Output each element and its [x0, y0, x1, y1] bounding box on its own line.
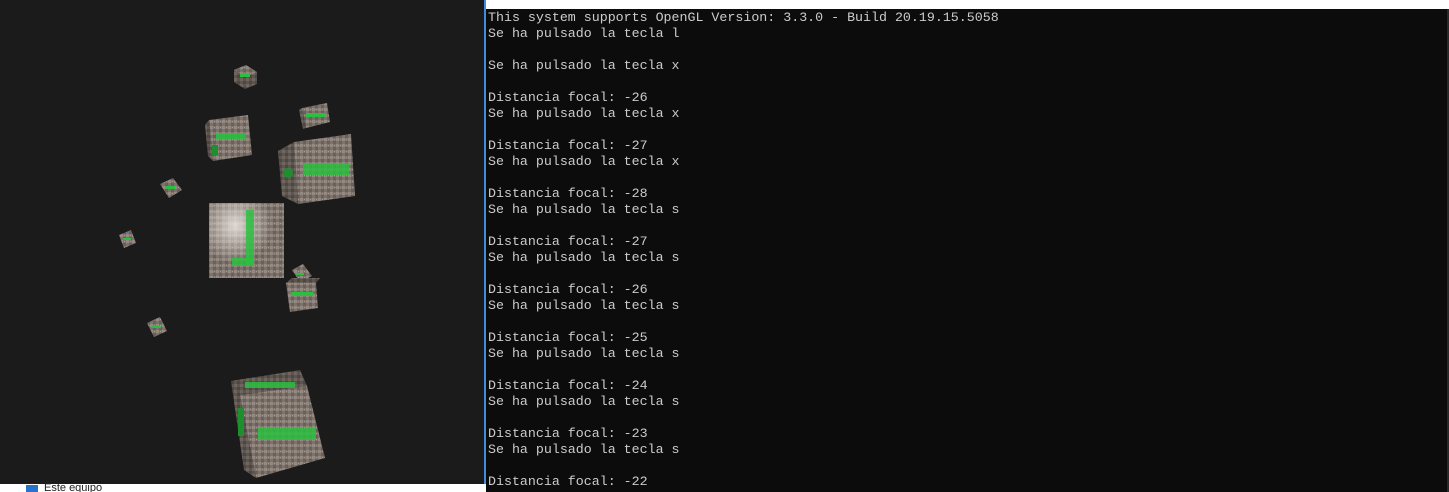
cube-front-center [209, 203, 284, 278]
console-line: Se ha pulsado la tecla x [488, 58, 680, 73]
console-line: Se ha pulsado la tecla s [488, 442, 680, 457]
desktop: This system supports OpenGL Version: 3.3… [0, 0, 1449, 492]
console-line: Distancia focal: -27 [488, 138, 648, 153]
computer-icon [26, 485, 38, 492]
cube-large-bottom [231, 370, 325, 478]
cube-middle-right [286, 278, 320, 312]
console-line: This system supports OpenGL Version: 3.3… [488, 10, 999, 25]
console-line: Distancia focal: -23 [488, 426, 648, 441]
console-line: Se ha pulsado la tecla s [488, 250, 680, 265]
console-line: Se ha pulsado la tecla s [488, 298, 680, 313]
cube-tiny-left [119, 230, 136, 248]
console-line: Distancia focal: -28 [488, 186, 648, 201]
cube-upper-middle [205, 115, 252, 161]
console-line: Se ha pulsado la tecla s [488, 346, 680, 361]
console-line: Se ha pulsado la tecla s [488, 202, 680, 217]
cube-small-top [234, 65, 257, 89]
console-line: Distancia focal: -27 [488, 234, 648, 249]
explorer-item-this-pc[interactable]: Este equipo [44, 482, 102, 492]
console-line: Se ha pulsado la tecla l [488, 26, 680, 41]
console-line: Distancia focal: -26 [488, 90, 648, 105]
cube-small-lower-left [147, 317, 167, 337]
console-line: Se ha pulsado la tecla x [488, 154, 680, 169]
console-window[interactable]: This system supports OpenGL Version: 3.3… [486, 0, 1449, 492]
cube-small-upper-right [299, 103, 330, 129]
console-line: Distancia focal: -26 [488, 282, 648, 297]
console-line: Distancia focal: -24 [488, 378, 648, 393]
opengl-render-window[interactable] [0, 0, 486, 488]
console-output: This system supports OpenGL Version: 3.3… [488, 10, 1443, 490]
cube-large-right [278, 134, 355, 204]
console-line: Distancia focal: -25 [488, 330, 648, 345]
console-line: Se ha pulsado la tecla x [488, 106, 680, 121]
cube-small-left [160, 178, 182, 198]
console-line: Distancia focal: -22 [488, 474, 648, 489]
console-line: Se ha pulsado la tecla s [488, 394, 680, 409]
opengl-scene-canvas [119, 65, 355, 478]
console-title-bar[interactable] [486, 0, 1449, 9]
